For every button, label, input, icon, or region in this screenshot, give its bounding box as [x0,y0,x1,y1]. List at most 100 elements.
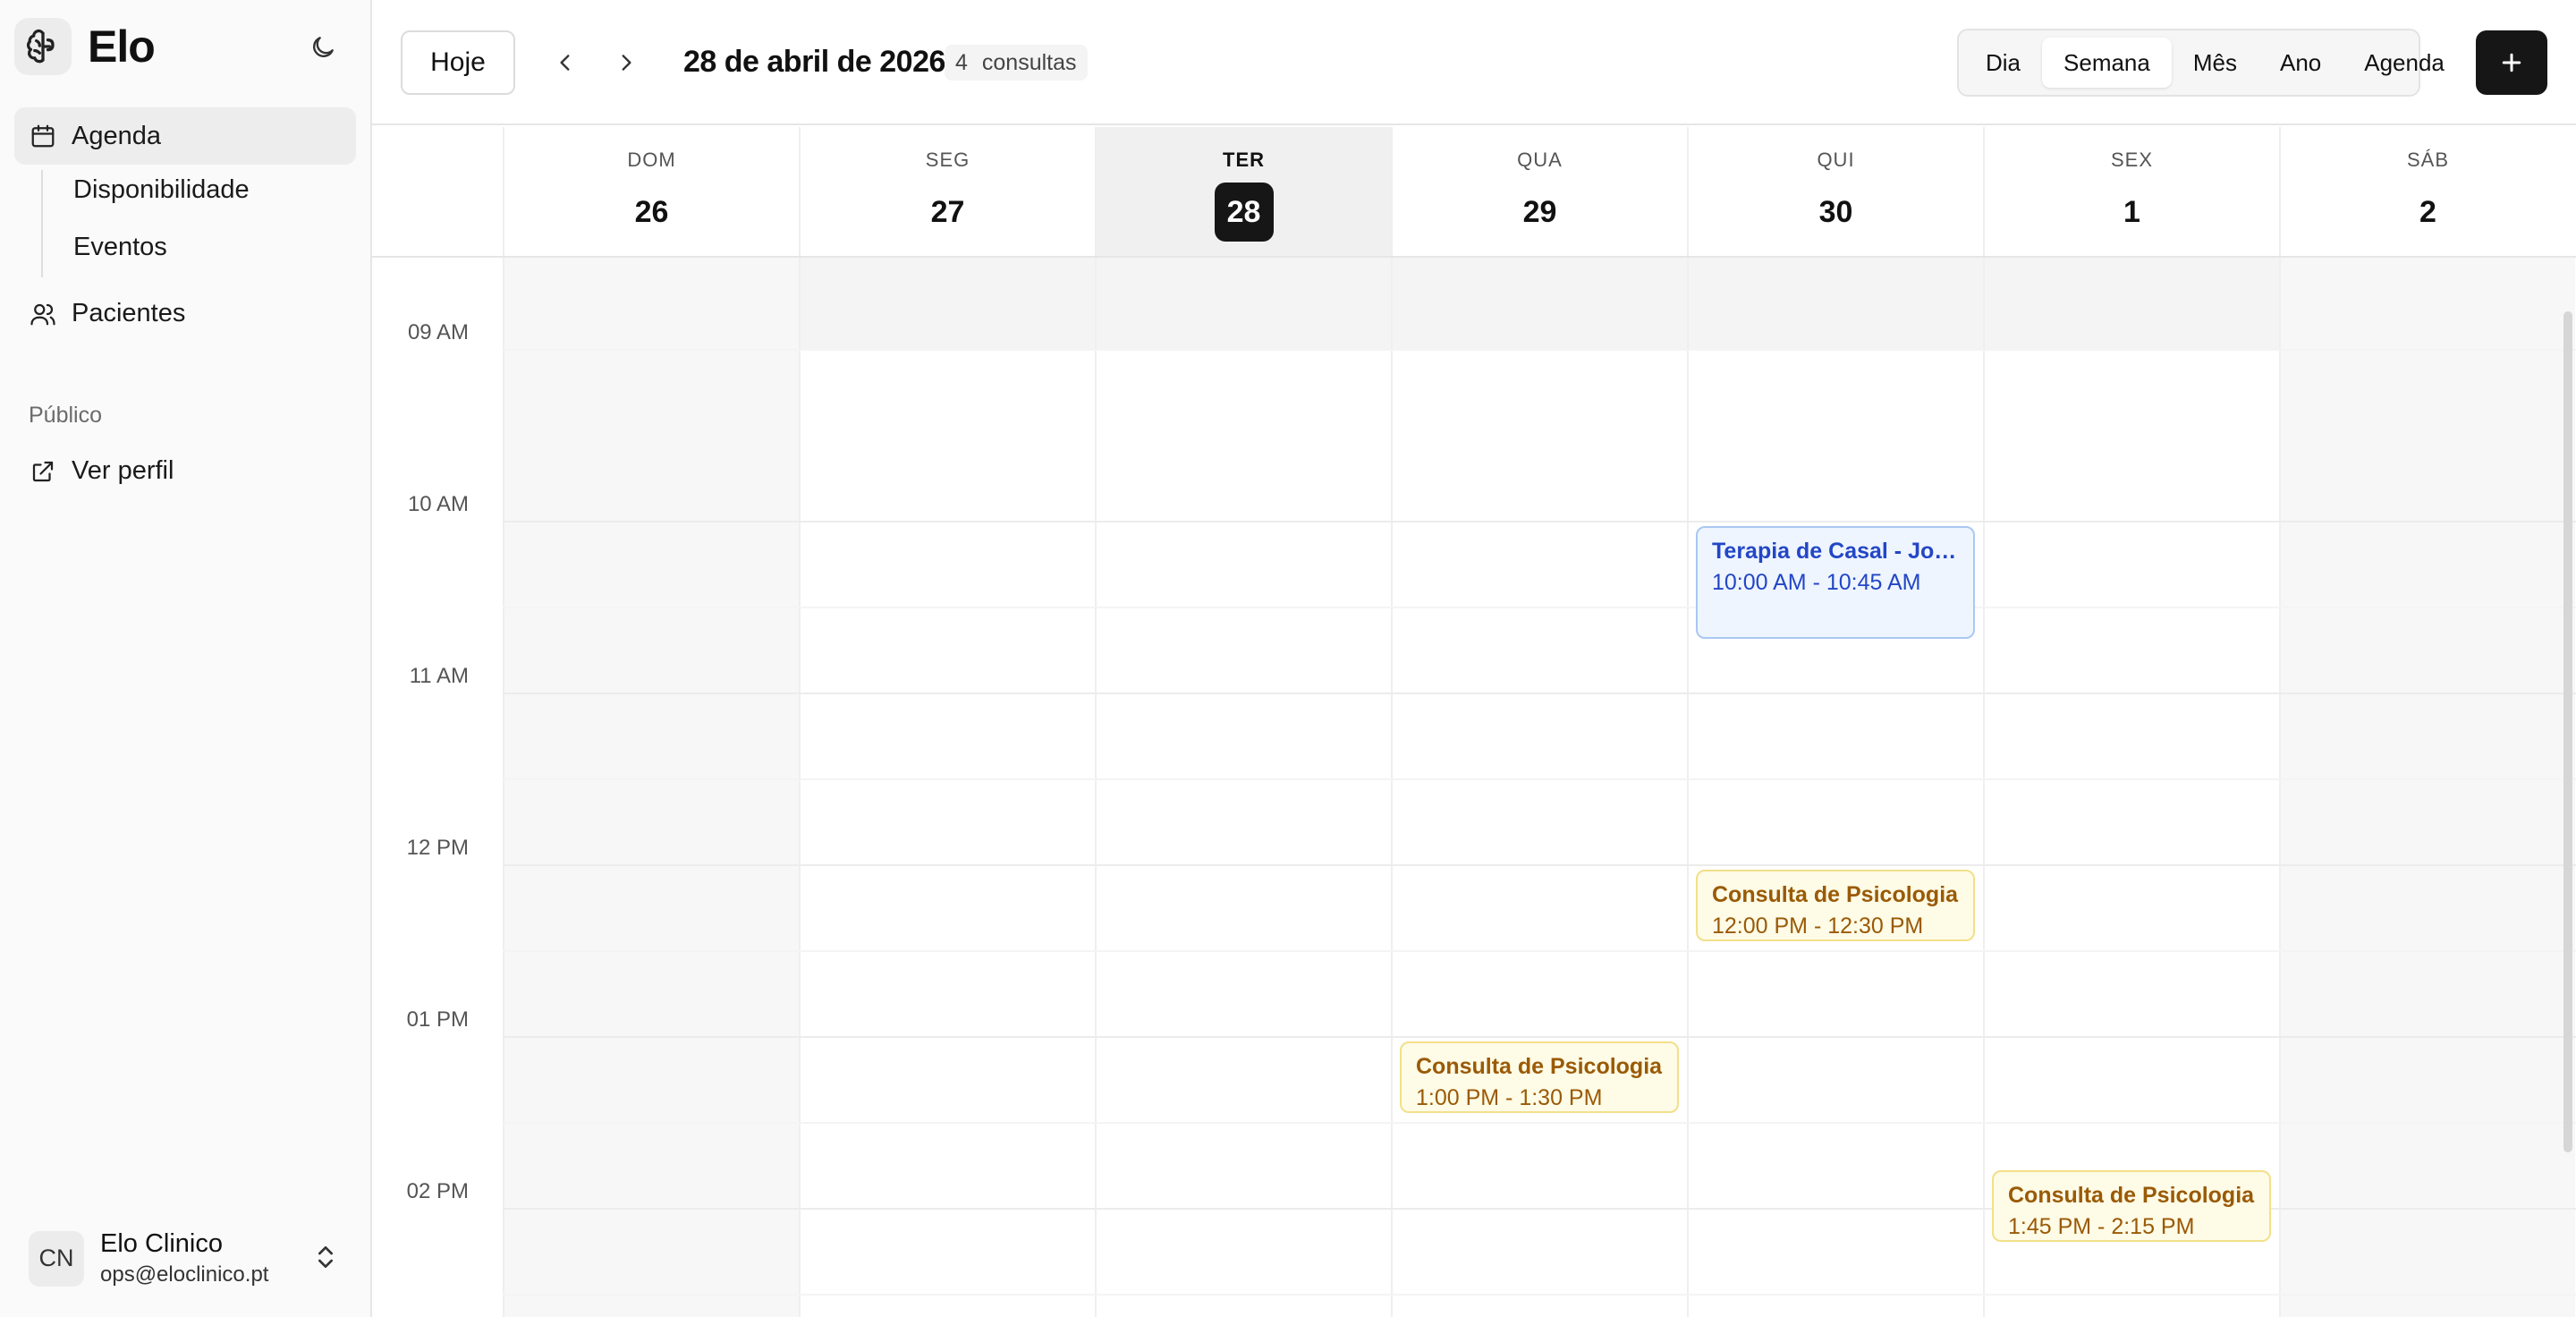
submenu-guide-line [41,170,43,277]
day-number: 26 [634,194,669,229]
grid-line [503,1122,2576,1124]
time-label: 11 AM [409,664,469,688]
view-day-button[interactable]: Dia [1964,38,2042,88]
brand[interactable]: Elo [14,18,156,75]
time-label: 09 AM [407,320,469,344]
day-of-week: QUI [1817,149,1855,171]
day-of-week: SEX [2110,149,2154,171]
grid-line [503,521,2576,523]
sidebar-item-label: Pacientes [72,299,186,327]
sidebar-item-label: Disponibilidade [73,175,250,204]
day-number: 2 [2419,194,2436,229]
day-column-wednesday[interactable] [1391,258,1687,1317]
unavailable-slot [1985,258,2279,349]
app-name: Elo [88,21,156,72]
grid-line [503,1294,2576,1296]
day-number: 30 [1818,194,1853,229]
calendar-app: Elo Agenda Disponibilidade Eventos Pacie… [0,0,2576,1317]
day-column-friday[interactable] [1983,258,2279,1317]
current-date-title: 28 de abril de 2026 [683,45,945,79]
view-agenda-button[interactable]: Agenda [2343,38,2466,88]
user-email: ops@eloclinico.pt [100,1262,269,1287]
day-of-week: SEG [925,149,970,171]
day-column-monday[interactable] [799,258,1095,1317]
time-label: 01 PM [406,1007,469,1032]
week-day-header: DOM 26 SEG 27 TER 28 QUA 29 QUI 30 SEX 1… [372,127,2576,258]
chevrons-up-down-icon[interactable] [311,1242,340,1272]
event-title: Consulta de Psicologia [2008,1183,2255,1208]
event-card[interactable]: Consulta de Psicologia 12:00 PM - 12:30 … [1696,870,1975,941]
sidebar-item-label: Ver perfil [72,456,174,485]
time-label: 02 PM [406,1179,469,1203]
day-header-sunday[interactable]: DOM 26 [503,127,799,256]
event-time: 12:00 PM - 12:30 PM [1712,913,1924,939]
day-number: 27 [930,194,965,229]
unavailable-slot [1689,258,1983,349]
day-header-tuesday-today[interactable]: TER 28 [1095,127,1391,256]
grid-line [503,1036,2576,1038]
calendar-toolbar: Hoje 28 de abril de 2026 4 consultas Dia… [372,0,2576,125]
time-label: 12 PM [406,836,469,860]
chevron-left-icon[interactable] [547,45,583,81]
unavailable-slot [1097,258,1391,349]
grid-line [503,607,2576,608]
sidebar-item-disponibilidade[interactable]: Disponibilidade [73,175,250,205]
view-month-button[interactable]: Mês [2172,38,2258,88]
event-time: 1:00 PM - 1:30 PM [1416,1085,1603,1110]
event-card[interactable]: Consulta de Psicologia 1:45 PM - 2:15 PM [1992,1170,2271,1242]
grid-scrollbar[interactable] [2563,311,2572,1152]
day-header-monday[interactable]: SEG 27 [799,127,1095,256]
today-button[interactable]: Hoje [401,30,515,95]
event-card[interactable]: Consulta de Psicologia 1:00 PM - 1:30 PM [1400,1041,1679,1113]
day-header-wednesday[interactable]: QUA 29 [1391,127,1687,256]
plus-icon [2502,53,2521,72]
event-time: 1:45 PM - 2:15 PM [2008,1214,2195,1239]
sidebar: Elo Agenda Disponibilidade Eventos Pacie… [0,0,372,1317]
sidebar-item-pacientes[interactable]: Pacientes [29,299,185,328]
time-label: 10 AM [407,492,469,516]
appointments-count-label: consultas [981,49,1077,75]
day-of-week: SÁB [2406,149,2450,171]
day-column-saturday[interactable] [2279,258,2575,1317]
day-number: 29 [1522,194,1557,229]
theme-toggle-moon-icon[interactable] [304,29,342,66]
day-header-saturday[interactable]: SÁB 2 [2279,127,2575,256]
user-name: Elo Clinico [100,1229,223,1258]
sidebar-item-eventos[interactable]: Eventos [73,233,167,262]
grid-line [503,950,2576,952]
sidebar-item-label: Agenda [72,121,161,150]
brain-logo-icon [14,18,72,75]
sidebar-item-label: Eventos [73,233,167,261]
users-icon [29,300,57,328]
day-of-week: TER [1223,149,1265,171]
appointments-count: 4 [955,49,968,75]
event-time: 10:00 AM - 10:45 AM [1712,570,1921,595]
day-number: 1 [2123,194,2140,229]
sidebar-item-ver-perfil[interactable]: Ver perfil [29,456,174,486]
event-title: Consulta de Psicologia [1416,1054,1663,1079]
week-time-grid: 09 AM 10 AM 11 AM 12 PM 01 PM 02 PM Tera… [372,258,2576,1317]
day-of-week: DOM [627,149,676,171]
view-week-button[interactable]: Semana [2042,38,2172,88]
view-year-button[interactable]: Ano [2258,38,2343,88]
event-card[interactable]: Terapia de Casal - João 10:00 AM - 10:45… [1696,526,1975,639]
unavailable-slot [1393,258,1687,349]
day-column-thursday[interactable] [1687,258,1983,1317]
day-column-tuesday[interactable] [1095,258,1391,1317]
grid-line [503,692,2576,694]
add-event-button[interactable] [2476,30,2547,95]
chevron-right-icon[interactable] [608,45,644,81]
sidebar-item-agenda[interactable]: Agenda [14,107,356,165]
event-title: Terapia de Casal - João [1712,539,1959,564]
day-header-friday[interactable]: SEX 1 [1983,127,2279,256]
day-column-sunday[interactable] [503,258,799,1317]
user-menu[interactable]: CN Elo Clinico ops@eloclinico.pt [29,1229,343,1287]
event-title: Consulta de Psicologia [1712,882,1959,907]
day-of-week: QUA [1517,149,1563,171]
external-link-icon [29,457,57,486]
grid-line [503,349,2576,351]
section-label-publico: Público [29,403,102,428]
calendar-icon [29,122,57,150]
day-number-today: 28 [1214,183,1274,242]
day-header-thursday[interactable]: QUI 30 [1687,127,1983,256]
